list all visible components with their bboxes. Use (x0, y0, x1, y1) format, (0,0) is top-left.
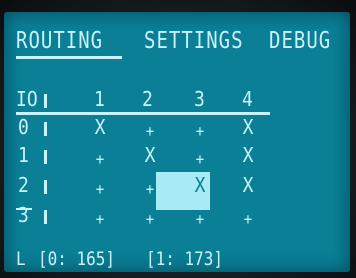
matrix-cell-1-2[interactable]: X (142, 145, 158, 167)
tab-debug[interactable]: DEBUG (269, 29, 331, 53)
matrix-corner-label: IO (16, 87, 38, 112)
matrix-cell-1-1[interactable]: + (92, 152, 108, 168)
matrix-row-label-3: 3 (18, 203, 29, 228)
matrix-row-label-0: 0 (18, 115, 29, 140)
footer-prefix: L (16, 247, 26, 270)
matrix-cell-0-3[interactable]: + (192, 124, 208, 140)
tab-routing[interactable]: ROUTING (16, 29, 103, 53)
matrix-cell-0-2[interactable]: + (142, 124, 158, 140)
matrix-cell-2-4[interactable]: X (240, 175, 256, 197)
matrix-cell-3-1[interactable]: + (92, 212, 108, 228)
matrix-column-header-4: 4 (242, 87, 253, 112)
tab-settings[interactable]: SETTINGS (144, 29, 244, 53)
matrix-cell-1-3[interactable]: + (192, 152, 208, 168)
matrix-cell-3-3[interactable]: + (192, 212, 208, 228)
matrix-cell-0-1[interactable]: X (92, 117, 108, 139)
matrix-row-label-1: 1 (18, 143, 29, 168)
matrix-cell-0-4[interactable]: X (240, 117, 256, 139)
matrix-cell-2-3[interactable]: X (192, 175, 208, 197)
matrix-cell-1-4[interactable]: X (240, 145, 256, 167)
matrix-cell-2-2[interactable]: + (142, 182, 158, 198)
matrix-cell-3-2[interactable]: + (142, 212, 158, 228)
readout-0: [0: 165] (38, 247, 116, 270)
matrix-divider (44, 122, 47, 136)
active-tab-underline (16, 56, 122, 59)
matrix-row-label-2: 2 (18, 173, 29, 198)
matrix-divider (44, 210, 47, 224)
matrix-column-header-2: 2 (142, 87, 153, 112)
matrix-divider (44, 94, 47, 108)
readout-1: [1: 173] (146, 247, 224, 270)
matrix-divider (44, 180, 47, 194)
lcd-screen: ROUTING SETTINGS DEBUG IO 1 2 3 4 0 X + … (4, 12, 350, 272)
matrix-column-header-1: 1 (94, 87, 105, 112)
matrix-cell-2-1[interactable]: + (92, 182, 108, 198)
matrix-header-rule (16, 112, 270, 115)
matrix-cell-3-4[interactable]: + (240, 212, 256, 228)
matrix-divider (44, 150, 47, 164)
matrix-column-header-3: 3 (194, 87, 205, 112)
